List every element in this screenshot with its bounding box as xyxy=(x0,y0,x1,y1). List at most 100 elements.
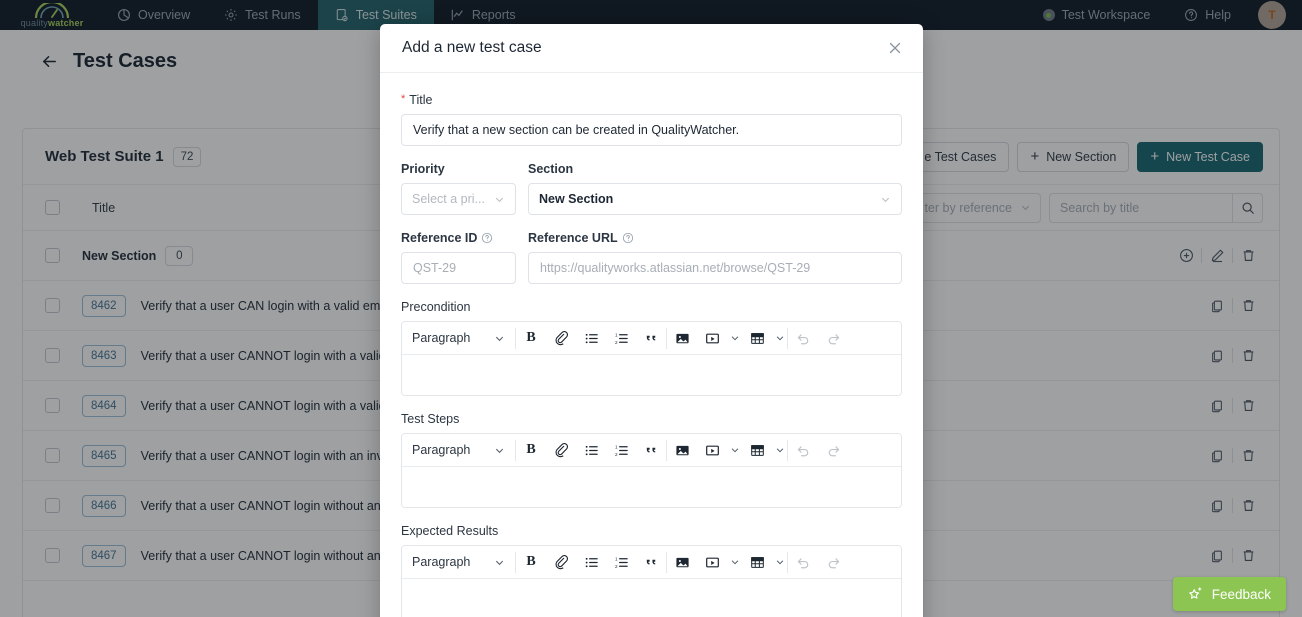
expected-results-editor: Paragraph B 1 2 xyxy=(401,545,902,617)
section-value: New Section xyxy=(539,192,614,206)
video-icon[interactable] xyxy=(697,322,727,355)
paragraph-style-select[interactable]: Paragraph xyxy=(402,434,515,467)
title-label-text: Title xyxy=(409,93,433,107)
test-steps-textarea[interactable] xyxy=(402,467,901,507)
link-icon[interactable] xyxy=(546,434,576,467)
undo-icon[interactable] xyxy=(788,434,818,467)
chevron-down-icon[interactable] xyxy=(727,322,742,355)
reference-url-group: Reference URL xyxy=(528,231,902,284)
modal-body: * Title Priority Select a pri... xyxy=(380,73,923,617)
chevron-down-icon xyxy=(494,557,505,568)
reference-id-input[interactable] xyxy=(401,252,516,284)
modal-header: Add a new test case xyxy=(380,24,923,73)
modal-title: Add a new test case xyxy=(402,39,542,56)
expected-results-editor-group: Expected Results Paragraph B 1 2 xyxy=(401,524,902,617)
svg-text:2: 2 xyxy=(614,451,617,456)
image-icon[interactable] xyxy=(667,434,697,467)
app-root: qualitywatcher Overview Test Runs Test S… xyxy=(0,0,1302,617)
redo-icon[interactable] xyxy=(818,546,848,579)
chevron-down-icon[interactable] xyxy=(772,322,787,355)
numbered-list-icon[interactable]: 12 xyxy=(606,322,636,355)
precondition-editor: Paragraph B 1 2 xyxy=(401,321,902,396)
blockquote-icon[interactable] xyxy=(636,546,666,579)
svg-text:1: 1 xyxy=(614,332,617,337)
section-field-group: Section New Section xyxy=(528,162,902,215)
paragraph-style-value: Paragraph xyxy=(412,555,471,569)
chevron-down-icon[interactable] xyxy=(727,434,742,467)
reference-url-label-text: Reference URL xyxy=(528,231,618,245)
priority-label: Priority xyxy=(401,162,445,176)
editor-toolbar: Paragraph B 1 2 xyxy=(402,434,901,467)
video-icon[interactable] xyxy=(697,434,727,467)
title-field-group: * Title xyxy=(401,93,902,146)
undo-icon[interactable] xyxy=(788,546,818,579)
reference-id-label: Reference ID xyxy=(401,231,516,245)
svg-text:1: 1 xyxy=(614,556,617,561)
svg-text:2: 2 xyxy=(614,563,617,568)
image-icon[interactable] xyxy=(667,322,697,355)
table-icon[interactable] xyxy=(742,322,772,355)
reference-id-group: Reference ID xyxy=(401,231,516,284)
section-label: Section xyxy=(528,162,574,176)
blockquote-icon[interactable] xyxy=(636,322,666,355)
table-icon[interactable] xyxy=(742,546,772,579)
chevron-down-icon[interactable] xyxy=(772,434,787,467)
numbered-list-icon[interactable]: 12 xyxy=(606,546,636,579)
priority-section-row: Priority Select a pri... Section New Sec… xyxy=(401,162,902,215)
priority-field-group: Priority Select a pri... xyxy=(401,162,516,215)
chevron-down-icon[interactable] xyxy=(772,546,787,579)
feedback-button[interactable]: Feedback xyxy=(1172,577,1286,611)
chevron-down-icon xyxy=(494,333,505,344)
bold-icon[interactable]: B xyxy=(516,434,546,467)
question-circle-icon[interactable] xyxy=(481,232,493,244)
chevron-down-icon xyxy=(494,445,505,456)
precondition-editor-group: Precondition Paragraph B 1 2 xyxy=(401,300,902,396)
chevron-down-icon xyxy=(494,194,505,205)
add-test-case-modal: Add a new test case * Title Priority Sel… xyxy=(380,24,923,617)
paragraph-style-select[interactable]: Paragraph xyxy=(402,322,515,355)
editor-toolbar: Paragraph B 1 2 xyxy=(402,546,901,579)
section-select[interactable]: New Section xyxy=(528,183,902,215)
priority-select[interactable]: Select a pri... xyxy=(401,183,516,215)
expected-results-label: Expected Results xyxy=(401,524,499,538)
star-sparkle-icon xyxy=(1188,586,1204,602)
expected-results-textarea[interactable] xyxy=(402,579,901,617)
table-icon[interactable] xyxy=(742,434,772,467)
svg-text:2: 2 xyxy=(614,339,617,344)
paragraph-style-value: Paragraph xyxy=(412,331,471,345)
bold-icon[interactable]: B xyxy=(516,546,546,579)
close-icon[interactable] xyxy=(887,40,903,56)
blockquote-icon[interactable] xyxy=(636,434,666,467)
test-steps-label: Test Steps xyxy=(401,412,460,426)
precondition-label: Precondition xyxy=(401,300,471,314)
redo-icon[interactable] xyxy=(818,434,848,467)
precondition-textarea[interactable] xyxy=(402,355,901,395)
bullet-list-icon[interactable] xyxy=(576,546,606,579)
priority-value: Select a pri... xyxy=(412,192,485,206)
bullet-list-icon[interactable] xyxy=(576,434,606,467)
feedback-label: Feedback xyxy=(1211,586,1271,602)
test-steps-editor-group: Test Steps Paragraph B 1 2 xyxy=(401,412,902,508)
redo-icon[interactable] xyxy=(818,322,848,355)
video-icon[interactable] xyxy=(697,546,727,579)
chevron-down-icon[interactable] xyxy=(727,546,742,579)
undo-icon[interactable] xyxy=(788,322,818,355)
svg-text:1: 1 xyxy=(614,444,617,449)
title-field-label: * Title xyxy=(401,93,902,107)
bullet-list-icon[interactable] xyxy=(576,322,606,355)
paragraph-style-value: Paragraph xyxy=(412,443,471,457)
link-icon[interactable] xyxy=(546,322,576,355)
reference-id-label-text: Reference ID xyxy=(401,231,478,245)
editor-toolbar: Paragraph B 1 2 xyxy=(402,322,901,355)
question-circle-icon[interactable] xyxy=(622,232,634,244)
reference-url-input[interactable] xyxy=(528,252,902,284)
test-steps-editor: Paragraph B 1 2 xyxy=(401,433,902,508)
bold-icon[interactable]: B xyxy=(516,322,546,355)
image-icon[interactable] xyxy=(667,546,697,579)
link-icon[interactable] xyxy=(546,546,576,579)
required-marker: * xyxy=(401,92,406,105)
title-input[interactable] xyxy=(401,114,902,146)
numbered-list-icon[interactable]: 12 xyxy=(606,434,636,467)
paragraph-style-select[interactable]: Paragraph xyxy=(402,546,515,579)
reference-row: Reference ID Reference URL xyxy=(401,231,902,284)
